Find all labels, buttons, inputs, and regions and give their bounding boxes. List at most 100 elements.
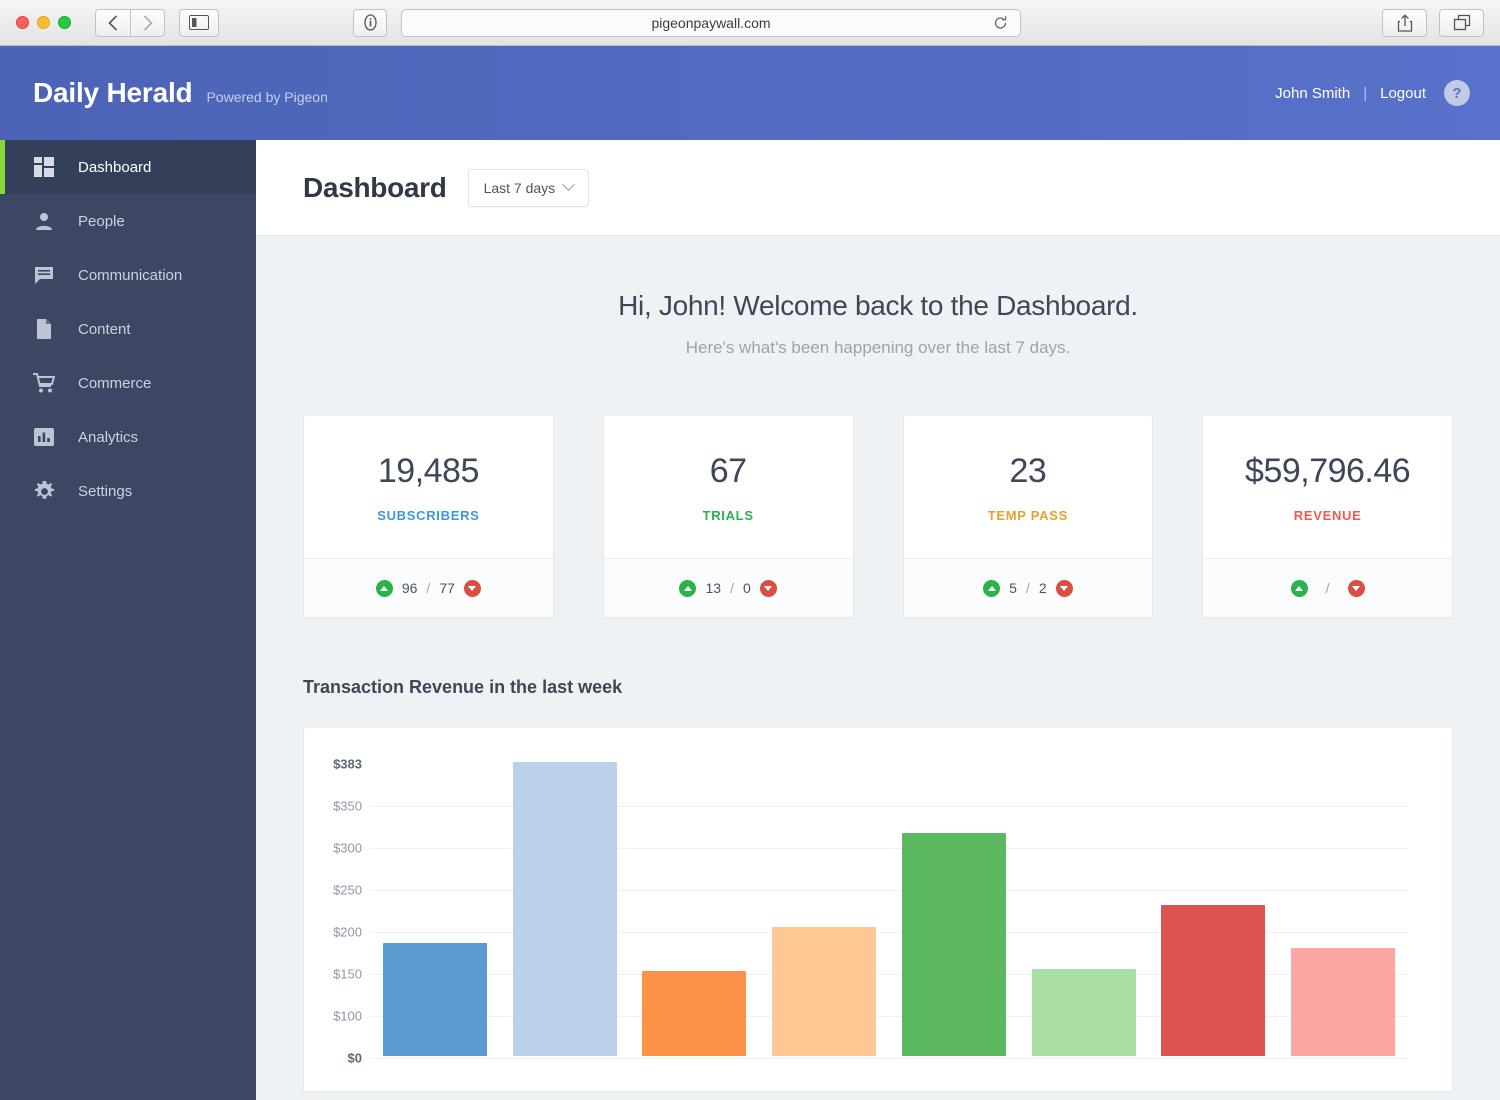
chat-bubble-icon: [33, 264, 55, 286]
sidebar-item-settings[interactable]: Settings: [0, 464, 256, 518]
brand[interactable]: Daily Herald Powered by Pigeon: [33, 77, 328, 109]
stat-card-body: $59,796.46 REVENUE: [1203, 416, 1452, 558]
window-traffic-lights: [16, 16, 71, 29]
arrow-down-icon: [464, 580, 481, 597]
stat-card-subscribers[interactable]: 19,485 SUBSCRIBERS 96 / 77: [303, 415, 554, 618]
chart-bar[interactable]: [1161, 905, 1265, 1056]
chart-bar[interactable]: [1291, 948, 1395, 1056]
stat-card-footer: 13 / 0: [604, 558, 853, 617]
gear-icon: [33, 480, 55, 502]
sidebar-item-label: Settings: [78, 483, 132, 500]
stat-card-body: 67 TRIALS: [604, 416, 853, 558]
forward-button[interactable]: [130, 9, 165, 37]
share-button[interactable]: [1382, 9, 1427, 37]
stat-card-trials[interactable]: 67 TRIALS 13 / 0: [603, 415, 854, 618]
document-icon: [33, 318, 55, 340]
arrow-down-icon: [760, 580, 777, 597]
header-separator: |: [1363, 85, 1367, 102]
stat-slash: /: [426, 580, 430, 596]
shopping-cart-icon: [33, 372, 55, 394]
stat-up-count: 96: [402, 580, 418, 596]
stat-up-count: 13: [705, 580, 721, 596]
chart-title: Transaction Revenue in the last week: [303, 677, 1453, 698]
sidebar-item-commerce[interactable]: Commerce: [0, 356, 256, 410]
welcome-block: Hi, John! Welcome back to the Dashboard.…: [303, 236, 1453, 358]
chevron-left-icon: [108, 15, 118, 31]
date-range-dropdown[interactable]: Last 7 days: [468, 169, 590, 207]
stat-slash: /: [1026, 580, 1030, 596]
sidebar-item-people[interactable]: People: [0, 194, 256, 248]
chart-y-tick-label: $100: [304, 1009, 362, 1024]
stat-value: $59,796.46: [1245, 452, 1410, 491]
maximize-window-button[interactable]: [58, 16, 71, 29]
address-bar-area: pigeonpaywall.com: [353, 9, 1021, 37]
stat-down-count: 2: [1039, 580, 1047, 596]
url-text: pigeonpaywall.com: [651, 15, 770, 31]
chart-y-tick-label: $350: [304, 799, 362, 814]
chart-y-tick-label: $0: [304, 1051, 362, 1066]
sidebar-item-label: Commerce: [78, 375, 151, 392]
sidebar-item-label: Communication: [78, 267, 182, 284]
stat-label: TEMP PASS: [988, 508, 1068, 523]
chart-bar[interactable]: [902, 833, 1006, 1056]
stat-card-footer: 5 / 2: [904, 558, 1153, 617]
sidebar-item-label: People: [78, 213, 125, 230]
back-button[interactable]: [95, 9, 130, 37]
chart-y-tick-label: $300: [304, 841, 362, 856]
person-icon: [33, 210, 55, 232]
arrow-up-icon: [1291, 580, 1308, 597]
stat-slash: /: [730, 580, 734, 596]
help-icon[interactable]: ?: [1444, 80, 1470, 106]
browser-nav-group: [95, 9, 165, 37]
stat-cards: 19,485 SUBSCRIBERS 96 / 77 67 TRIALS: [303, 415, 1453, 618]
sidebar-item-analytics[interactable]: Analytics: [0, 410, 256, 464]
brand-tagline: Powered by Pigeon: [206, 89, 327, 105]
sidebar: Dashboard People Communication Content C…: [0, 140, 256, 1100]
dashboard-content: Hi, John! Welcome back to the Dashboard.…: [256, 236, 1500, 1100]
welcome-heading: Hi, John! Welcome back to the Dashboard.: [303, 290, 1453, 322]
main-content: Dashboard Last 7 days Hi, John! Welcome …: [256, 140, 1500, 1100]
reader-view-button[interactable]: [353, 9, 387, 37]
date-range-value: Last 7 days: [484, 180, 556, 196]
close-window-button[interactable]: [16, 16, 29, 29]
minimize-window-button[interactable]: [37, 16, 50, 29]
sidebar-item-content[interactable]: Content: [0, 302, 256, 356]
stat-label: TRIALS: [703, 508, 754, 523]
stat-value: 23: [1009, 452, 1046, 491]
url-bar[interactable]: pigeonpaywall.com: [401, 9, 1021, 37]
arrow-up-icon: [679, 580, 696, 597]
bar-chart-icon: [33, 426, 55, 448]
chevron-right-icon: [143, 15, 153, 31]
dashboard-grid-icon: [33, 156, 55, 178]
stat-slash: /: [1326, 580, 1330, 596]
stat-card-revenue[interactable]: $59,796.46 REVENUE /: [1202, 415, 1453, 618]
chart-bar[interactable]: [642, 971, 746, 1056]
show-tabs-icon: [1453, 14, 1471, 31]
chart-bar[interactable]: [513, 762, 617, 1056]
arrow-down-icon: [1056, 580, 1073, 597]
sidebar-item-label: Dashboard: [78, 159, 151, 176]
welcome-subtext: Here's what's been happening over the la…: [303, 338, 1453, 358]
chart-bar[interactable]: [383, 943, 487, 1056]
sidebar-item-communication[interactable]: Communication: [0, 248, 256, 302]
sidebar-item-label: Analytics: [78, 429, 138, 446]
chart-bar[interactable]: [1032, 969, 1136, 1056]
browser-right-controls: [1382, 9, 1484, 37]
user-name[interactable]: John Smith: [1275, 85, 1350, 102]
sidebar-item-dashboard[interactable]: Dashboard: [0, 140, 256, 194]
chart-y-tick-label: $250: [304, 883, 362, 898]
stat-label: SUBSCRIBERS: [377, 508, 479, 523]
stat-card-footer: /: [1203, 558, 1452, 617]
brand-title: Daily Herald: [33, 77, 192, 109]
header-user-area: John Smith | Logout ?: [1275, 80, 1470, 106]
reload-icon[interactable]: [993, 15, 1008, 30]
chart-bars: [370, 728, 1408, 1091]
logout-link[interactable]: Logout: [1380, 85, 1426, 102]
stat-card-temp-pass[interactable]: 23 TEMP PASS 5 / 2: [903, 415, 1154, 618]
sidebar-toggle-button[interactable]: [179, 9, 219, 37]
chart-y-tick-label: $200: [304, 925, 362, 940]
chart-bar[interactable]: [772, 927, 876, 1056]
stat-up-count: 5: [1009, 580, 1017, 596]
show-tabs-button[interactable]: [1439, 9, 1484, 37]
stat-label: REVENUE: [1294, 508, 1362, 523]
